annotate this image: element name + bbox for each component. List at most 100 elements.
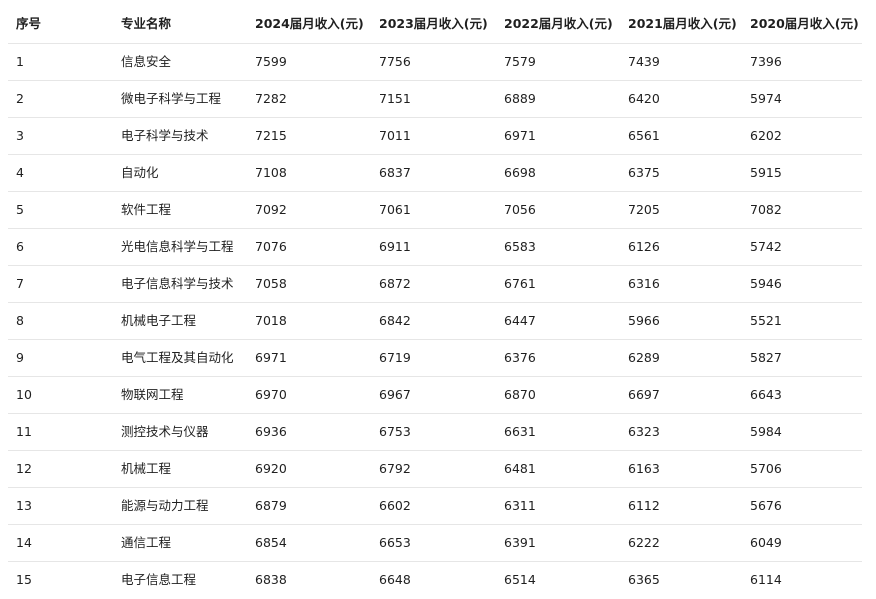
cell-income-2021: 6420 — [628, 90, 660, 106]
table-row: 8 机械电子工程 7018 6842 6447 5966 5521 — [8, 303, 862, 340]
cell-income-2024: 7092 — [255, 201, 287, 217]
cell-income-2022: 6447 — [504, 312, 536, 328]
cell-income-2021: 6316 — [628, 275, 660, 291]
table-row: 6 光电信息科学与工程 7076 6911 6583 6126 5742 — [8, 229, 862, 266]
cell-income-2020: 5974 — [750, 90, 782, 106]
cell-income-2020: 6049 — [750, 534, 782, 550]
cell-income-2021: 6289 — [628, 349, 660, 365]
cell-income-2023: 6602 — [379, 497, 411, 513]
cell-income-2020: 6202 — [750, 127, 782, 143]
header-income-2024: 2024届月收入(元) — [255, 16, 364, 32]
cell-income-2021: 6222 — [628, 534, 660, 550]
table-row: 5 软件工程 7092 7061 7056 7205 7082 — [8, 192, 862, 229]
cell-index: 12 — [16, 460, 32, 476]
cell-index: 13 — [16, 497, 32, 513]
cell-major-name: 电子信息科学与技术 — [121, 275, 234, 291]
cell-income-2021: 6323 — [628, 423, 660, 439]
cell-income-2023: 7011 — [379, 127, 411, 143]
cell-income-2023: 7061 — [379, 201, 411, 217]
cell-major-name: 机械工程 — [121, 460, 172, 476]
cell-income-2022: 6889 — [504, 90, 536, 106]
cell-income-2023: 6653 — [379, 534, 411, 550]
cell-income-2021: 6375 — [628, 164, 660, 180]
cell-income-2021: 6163 — [628, 460, 660, 476]
cell-index: 14 — [16, 534, 32, 550]
cell-income-2020: 7396 — [750, 53, 782, 69]
cell-income-2023: 6872 — [379, 275, 411, 291]
cell-income-2024: 6936 — [255, 423, 287, 439]
cell-income-2020: 6643 — [750, 386, 782, 402]
cell-major-name: 电子信息工程 — [121, 572, 197, 588]
table-row: 1 信息安全 7599 7756 7579 7439 7396 — [8, 44, 862, 81]
header-income-2020: 2020届月收入(元) — [750, 16, 859, 32]
cell-major-name: 自动化 — [121, 164, 159, 180]
cell-income-2022: 6870 — [504, 386, 536, 402]
cell-income-2024: 6854 — [255, 534, 287, 550]
table-row: 15 电子信息工程 6838 6648 6514 6365 6114 — [8, 562, 862, 599]
cell-income-2022: 6698 — [504, 164, 536, 180]
cell-income-2020: 6114 — [750, 572, 782, 588]
table-row: 13 能源与动力工程 6879 6602 6311 6112 5676 — [8, 488, 862, 525]
cell-income-2020: 5742 — [750, 238, 782, 254]
table-row: 12 机械工程 6920 6792 6481 6163 5706 — [8, 451, 862, 488]
cell-income-2021: 5966 — [628, 312, 660, 328]
cell-major-name: 测控技术与仪器 — [121, 423, 209, 439]
cell-major-name: 微电子科学与工程 — [121, 90, 222, 106]
cell-income-2022: 6761 — [504, 275, 536, 291]
cell-income-2020: 5706 — [750, 460, 782, 476]
cell-income-2023: 6837 — [379, 164, 411, 180]
cell-index: 7 — [16, 275, 24, 291]
cell-major-name: 物联网工程 — [121, 386, 184, 402]
cell-income-2022: 6514 — [504, 572, 536, 588]
cell-income-2024: 6970 — [255, 386, 287, 402]
cell-income-2021: 6126 — [628, 238, 660, 254]
cell-income-2021: 6697 — [628, 386, 660, 402]
cell-income-2024: 7108 — [255, 164, 287, 180]
cell-income-2023: 6648 — [379, 572, 411, 588]
cell-income-2024: 7076 — [255, 238, 287, 254]
cell-income-2022: 6971 — [504, 127, 536, 143]
cell-major-name: 通信工程 — [121, 534, 172, 550]
cell-major-name: 光电信息科学与工程 — [121, 238, 234, 254]
cell-income-2024: 6971 — [255, 349, 287, 365]
cell-income-2024: 6838 — [255, 572, 287, 588]
cell-index: 15 — [16, 572, 32, 588]
cell-income-2022: 7579 — [504, 53, 536, 69]
cell-income-2022: 6631 — [504, 423, 536, 439]
income-table: 序号 专业名称 2024届月收入(元) 2023届月收入(元) 2022届月收入… — [8, 6, 862, 599]
cell-income-2020: 7082 — [750, 201, 782, 217]
header-income-2022: 2022届月收入(元) — [504, 16, 613, 32]
cell-income-2024: 6920 — [255, 460, 287, 476]
cell-index: 2 — [16, 90, 24, 106]
table-body: 1 信息安全 7599 7756 7579 7439 7396 2 微电子科学与工程 7282 71… — [8, 44, 862, 599]
table-row: 2 微电子科学与工程 7282 7151 6889 6420 5974 — [8, 81, 862, 118]
cell-index: 5 — [16, 201, 24, 217]
cell-index: 10 — [16, 386, 32, 402]
table-row: 11 测控技术与仪器 6936 6753 6631 6323 5984 — [8, 414, 862, 451]
header-major-name: 专业名称 — [121, 16, 172, 32]
cell-major-name: 能源与动力工程 — [121, 497, 209, 513]
cell-income-2023: 6911 — [379, 238, 411, 254]
cell-income-2023: 6753 — [379, 423, 411, 439]
cell-index: 9 — [16, 349, 24, 365]
cell-index: 3 — [16, 127, 24, 143]
cell-income-2022: 6311 — [504, 497, 536, 513]
cell-income-2022: 6391 — [504, 534, 536, 550]
cell-income-2020: 5984 — [750, 423, 782, 439]
cell-income-2024: 6879 — [255, 497, 287, 513]
cell-income-2021: 7205 — [628, 201, 660, 217]
header-index: 序号 — [16, 16, 42, 32]
cell-index: 8 — [16, 312, 24, 328]
cell-income-2022: 6583 — [504, 238, 536, 254]
cell-income-2020: 5827 — [750, 349, 782, 365]
table-row: 3 电子科学与技术 7215 7011 6971 6561 6202 — [8, 118, 862, 155]
header-income-2021: 2021届月收入(元) — [628, 16, 737, 32]
cell-income-2024: 7215 — [255, 127, 287, 143]
table-row: 7 电子信息科学与技术 7058 6872 6761 6316 5946 — [8, 266, 862, 303]
cell-index: 6 — [16, 238, 24, 254]
cell-income-2024: 7058 — [255, 275, 287, 291]
cell-major-name: 电气工程及其自动化 — [121, 349, 234, 365]
cell-income-2021: 7439 — [628, 53, 660, 69]
cell-major-name: 信息安全 — [121, 53, 172, 69]
cell-income-2022: 7056 — [504, 201, 536, 217]
